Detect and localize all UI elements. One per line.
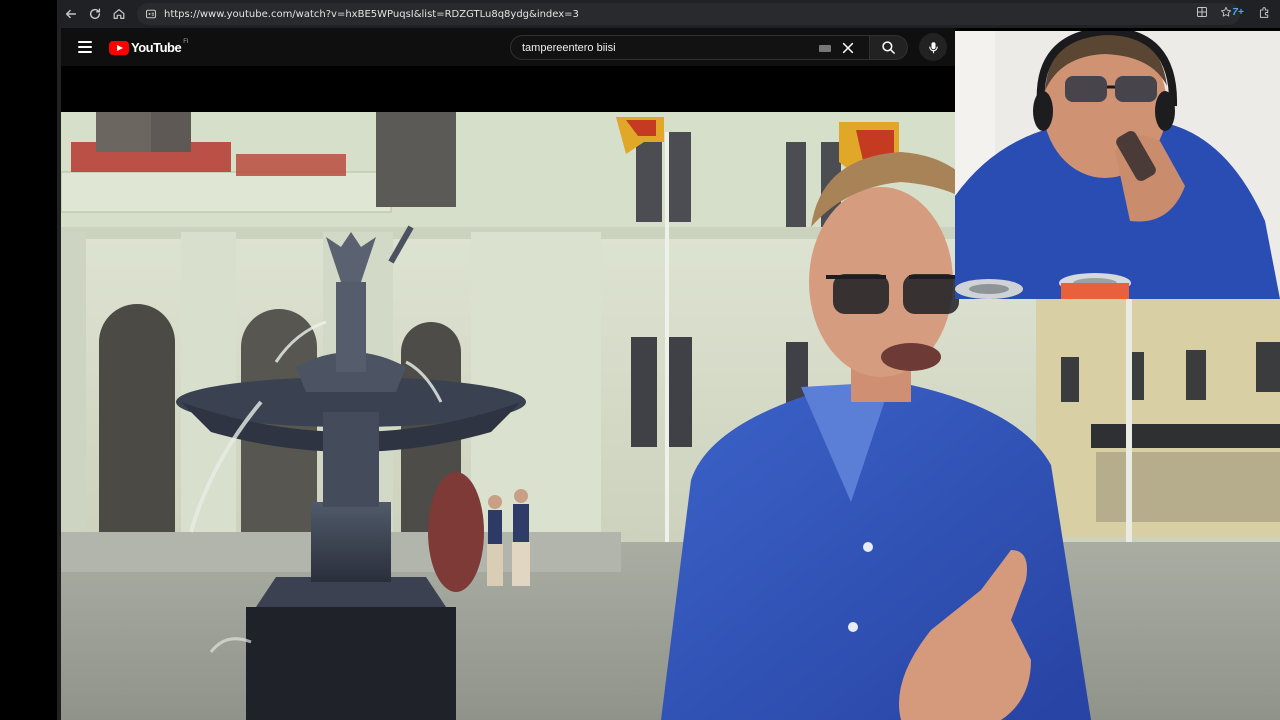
- search-button[interactable]: [870, 35, 908, 60]
- webcam-overlay: [955, 31, 1280, 299]
- browser-toolbar: https://www.youtube.com/watch?v=hxBE5WPu…: [57, 0, 1280, 28]
- youtube-header: YouTube FI tampereentero biisi: [61, 28, 955, 66]
- reload-icon[interactable]: [83, 2, 107, 26]
- webcam-frame-illustration: [955, 31, 1280, 299]
- hamburger-menu-icon[interactable]: [77, 39, 93, 55]
- video-letterbox: [61, 66, 955, 112]
- youtube-play-logo-icon: [109, 40, 129, 55]
- youtube-logo[interactable]: YouTube FI: [109, 38, 189, 55]
- address-bar[interactable]: https://www.youtube.com/watch?v=hxBE5WPu…: [137, 3, 1240, 25]
- youtube-logo-text: YouTube: [131, 40, 182, 55]
- clear-search-icon[interactable]: [841, 41, 855, 55]
- voice-search-button[interactable]: [919, 33, 947, 61]
- region-code: FI: [183, 38, 189, 45]
- search-input[interactable]: tampereentero biisi: [510, 35, 870, 60]
- address-bar-actions: [1196, 3, 1232, 25]
- extensions-puzzle-icon[interactable]: [1256, 4, 1272, 20]
- extension-icon[interactable]: 7+: [1230, 4, 1246, 20]
- microphone-icon: [928, 41, 938, 53]
- extension-icons: 7+: [1230, 4, 1272, 20]
- back-icon[interactable]: [59, 2, 83, 26]
- split-view-icon[interactable]: [1196, 5, 1208, 23]
- nav-buttons: [59, 2, 131, 26]
- home-icon[interactable]: [107, 2, 131, 26]
- site-info-icon[interactable]: [145, 8, 157, 20]
- keyboard-icon[interactable]: [819, 45, 831, 52]
- search-icon: [882, 41, 895, 54]
- url-text[interactable]: https://www.youtube.com/watch?v=hxBE5WPu…: [164, 9, 579, 20]
- search-query[interactable]: tampereentero biisi: [522, 42, 616, 54]
